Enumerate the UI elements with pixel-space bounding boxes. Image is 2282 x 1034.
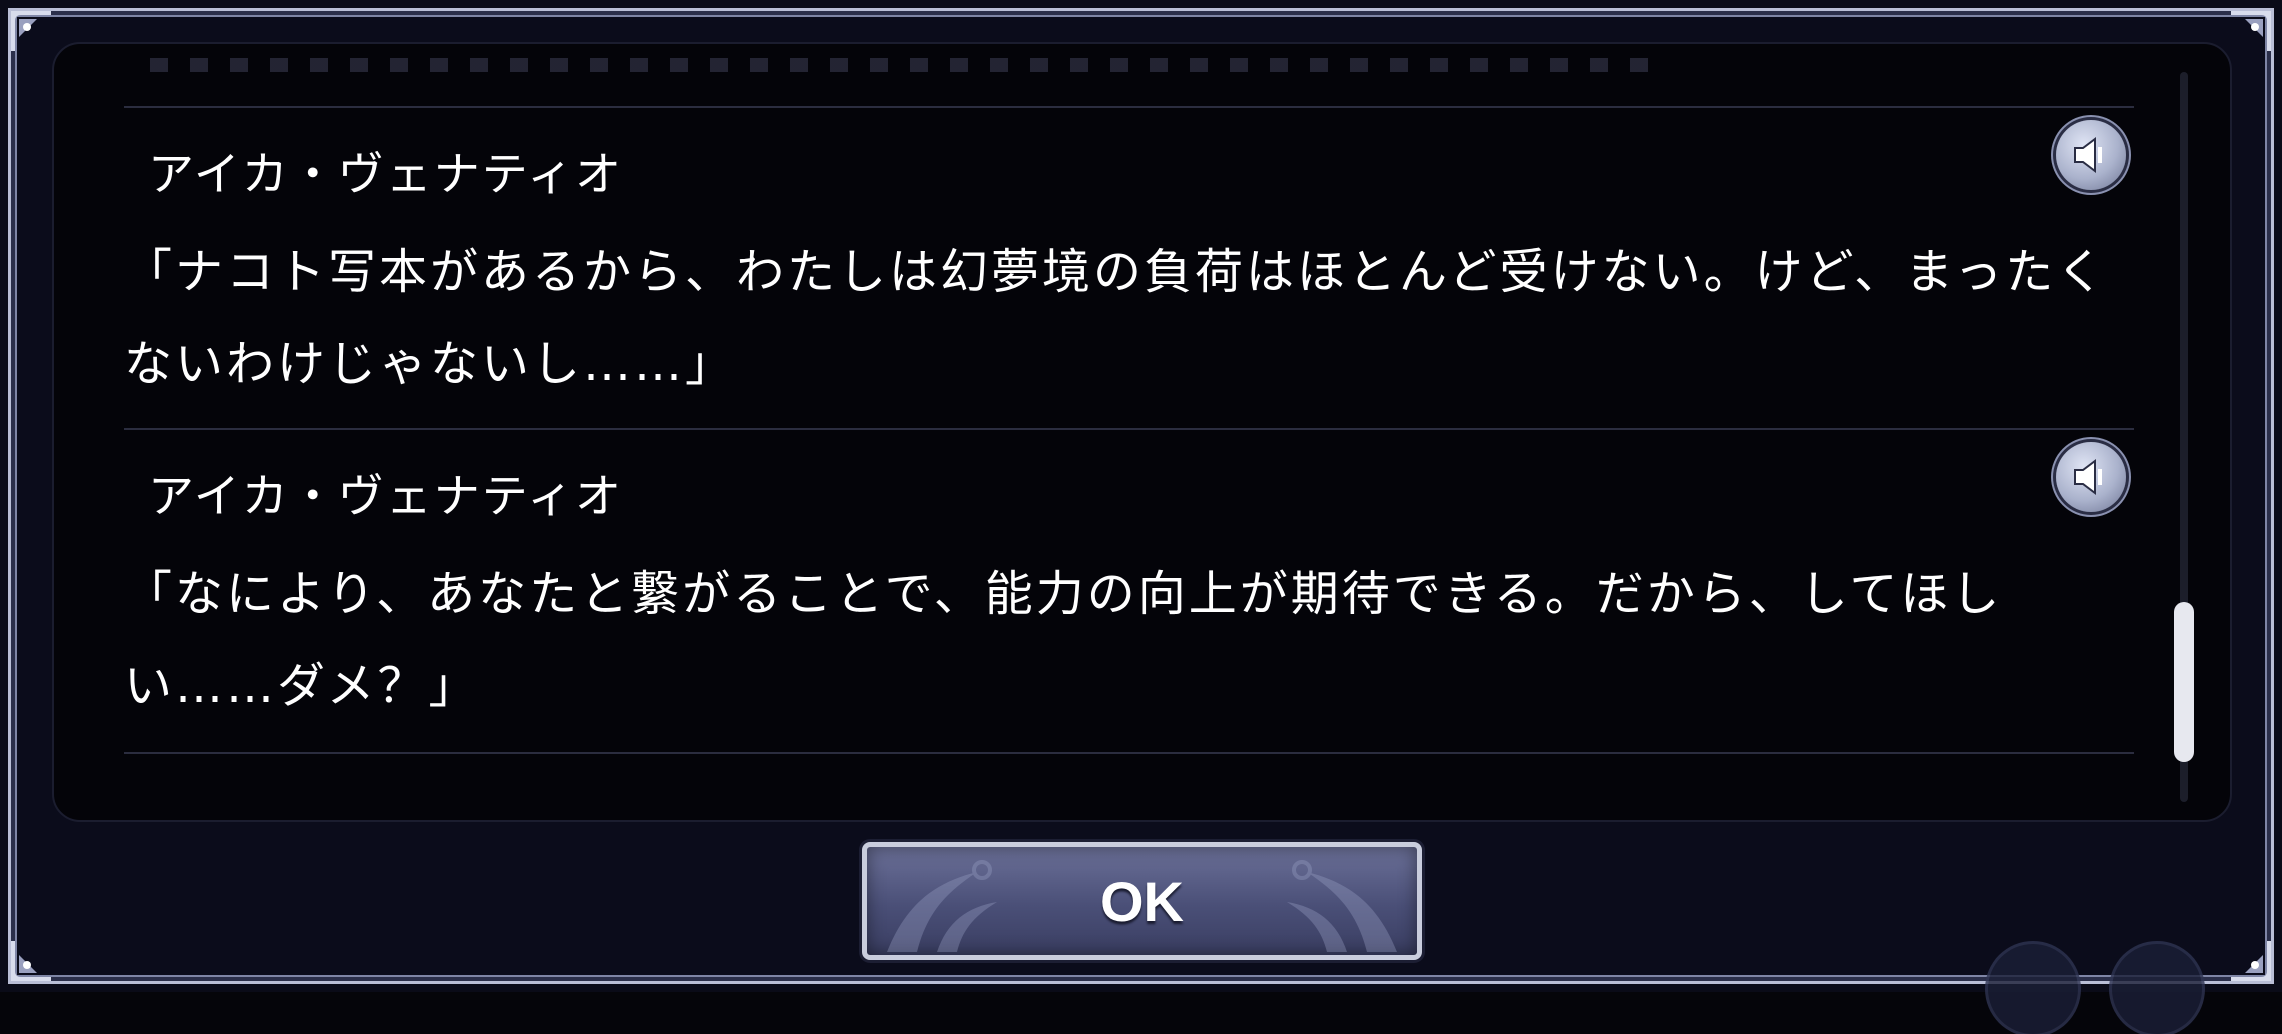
speaker-name: アイカ・ヴェナティオ	[148, 147, 623, 201]
dialogue-text: 「ナコト写本があるから、わたしは幻夢境の負荷はほとんど受けない。けど、まったくな…	[124, 244, 2108, 392]
speaker-icon	[2074, 459, 2102, 495]
frame-corner-ornament	[11, 925, 67, 981]
backlog-entry: アイカ・ヴェナティオ 「なにより、あなたと繋がることで、能力の向上が期待できる。…	[124, 428, 2134, 754]
hidden-control-button	[1988, 944, 2078, 1034]
scrollbar[interactable]	[2174, 72, 2194, 802]
frame-corner-ornament	[2215, 925, 2271, 981]
backlog-screen: アイカ・ヴェナティオ 「ナコト写本があるから、わたしは幻夢境の負荷はほとんど受け…	[0, 0, 2282, 1034]
dialogue-text: 「なにより、あなたと繋がることで、能力の向上が期待できる。だから、してほしい………	[124, 566, 2003, 714]
backlog-list[interactable]: アイカ・ヴェナティオ 「ナコト写本があるから、わたしは幻夢境の負荷はほとんど受け…	[52, 42, 2232, 822]
scrollbar-thumb[interactable]	[2174, 602, 2194, 762]
speaker-name: アイカ・ヴェナティオ	[148, 469, 623, 523]
speaker-icon	[2074, 137, 2102, 173]
backlog-entry: アイカ・ヴェナティオ 「ナコト写本があるから、わたしは幻夢境の負荷はほとんど受け…	[124, 106, 2134, 430]
previous-entry-cutoff	[150, 58, 1670, 72]
ok-button[interactable]: OK	[862, 842, 1422, 960]
voice-replay-button[interactable]	[2056, 442, 2126, 512]
voice-replay-button[interactable]	[2056, 120, 2126, 190]
hidden-control-button	[2112, 944, 2202, 1034]
ok-button-label: OK	[1100, 869, 1184, 933]
